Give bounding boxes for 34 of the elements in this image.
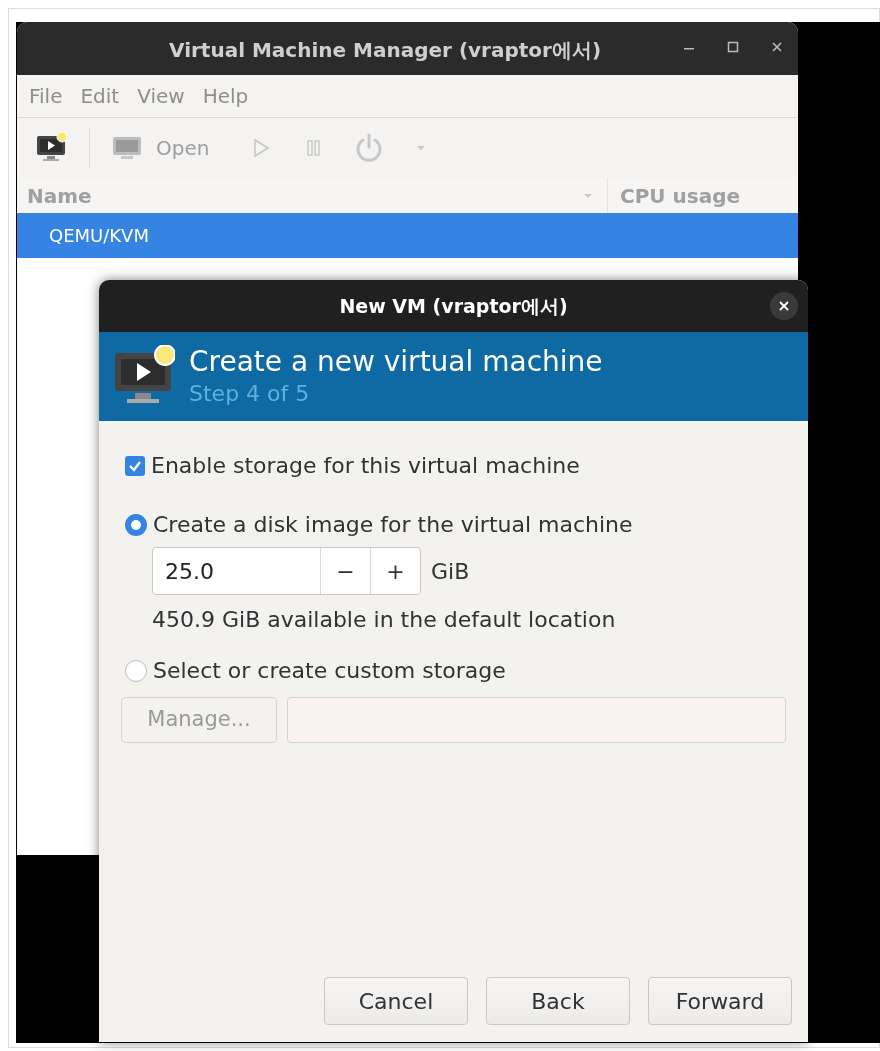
step-label: Step 4 of 5 [189,379,311,408]
manage-button[interactable]: Manage... [121,697,277,743]
new-vm-icon[interactable] [35,132,67,164]
radio-button[interactable] [125,513,147,536]
column-header[interactable]: CPU usage [608,180,798,211]
open-button[interactable]: Open [112,133,210,163]
dialog-button[interactable]: Forward [648,977,792,1025]
close-button[interactable] [770,292,798,320]
decrement-button[interactable]: − [320,548,370,594]
size-spinbox[interactable]: 25.0 − + [152,547,421,595]
radio-label: Select or create custom storage [153,657,506,685]
menu-item[interactable]: View [137,81,185,111]
menu-item[interactable]: Help [202,81,249,111]
storage-path-field[interactable] [287,697,786,743]
header-title: Create a new virtual machine [189,344,603,379]
available-space-text: 450.9 GiB available in the default location [152,606,616,634]
sort-icon [583,192,593,199]
dialog-title: New VM (vraptor에서) [339,293,568,319]
menu-item[interactable]: File [29,81,63,111]
radio-label: Create a disk image for the virtual machine [153,511,633,539]
increment-button[interactable]: + [370,548,420,594]
close-icon [778,300,790,312]
menu-item[interactable]: Edit [80,81,120,111]
table-row[interactable]: QEMU/KVM [17,213,798,258]
monitor-icon [112,134,142,162]
checkbox-label: Enable storage for this virtual machine [151,452,580,480]
dialog-button[interactable]: Back [486,977,630,1025]
checkbox[interactable] [125,455,145,476]
maximize-icon[interactable] [726,40,740,54]
unit-label: GiB [431,557,470,586]
radio-button[interactable] [125,659,147,682]
dialog-button[interactable]: Cancel [324,977,468,1025]
close-icon[interactable] [770,40,784,54]
window-title: Virtual Machine Manager (vraptor에서) [169,37,602,64]
